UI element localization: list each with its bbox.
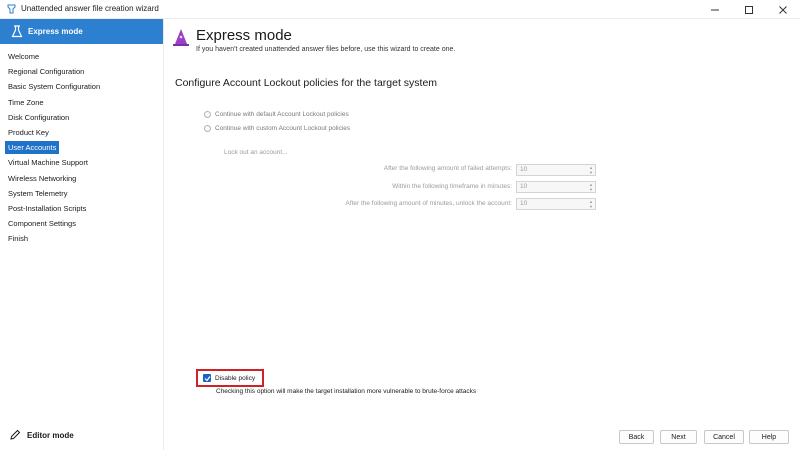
express-mode-header[interactable]: Express mode xyxy=(0,19,163,44)
page-title: Express mode xyxy=(196,27,292,44)
main-panel: Express mode If you haven't created unat… xyxy=(164,19,800,450)
radio-default-policies[interactable]: Continue with default Account Lockout po… xyxy=(204,111,349,118)
unlock-minutes-label: After the following amount of minutes, u… xyxy=(345,200,512,207)
sidebar-nav: Welcome Regional Configuration Basic Syste… xyxy=(0,49,163,246)
sidebar-item-label: Wireless Networking xyxy=(8,173,77,183)
wizard-flask-icon xyxy=(11,25,23,38)
checkbox-checked[interactable] xyxy=(203,374,211,382)
radio-button[interactable] xyxy=(204,111,211,118)
help-button[interactable]: Help xyxy=(749,430,789,444)
spin-arrows-icon[interactable]: ▲ ▼ xyxy=(589,165,593,175)
timeframe-label: Within the following timeframe in minute… xyxy=(392,183,512,190)
field-row-timeframe: Within the following timeframe in minute… xyxy=(164,183,512,190)
maximize-icon xyxy=(745,5,753,14)
spin-arrows-icon[interactable]: ▲ ▼ xyxy=(589,182,593,192)
timeframe-value: 10 xyxy=(520,183,528,190)
disable-policy-label: Disable policy xyxy=(215,374,256,382)
sidebar-item-system-telemetry[interactable]: System Telemetry xyxy=(0,186,163,201)
sidebar-item-wireless-networking[interactable]: Wireless Networking xyxy=(0,171,163,186)
timeframe-stepper[interactable]: 10 ▲ ▼ xyxy=(516,181,596,193)
editor-mode-label: Editor mode xyxy=(27,430,74,440)
field-row-failed-attempts: After the following amount of failed att… xyxy=(164,165,512,172)
radio-custom-label: Continue with custom Account Lockout pol… xyxy=(215,125,351,132)
sidebar-item-disk-configuration[interactable]: Disk Configuration xyxy=(0,110,163,125)
sidebar-item-basic-system-configuration[interactable]: Basic System Configuration xyxy=(0,79,163,94)
sidebar-item-label: Virtual Machine Support xyxy=(8,158,88,168)
maximize-button[interactable] xyxy=(732,0,766,19)
express-mode-label: Express mode xyxy=(28,27,83,36)
sidebar-item-label: System Telemetry xyxy=(8,188,68,198)
cancel-button[interactable]: Cancel xyxy=(704,430,744,444)
minimize-button[interactable] xyxy=(698,0,732,19)
radio-button[interactable] xyxy=(204,125,211,132)
sidebar-item-label: Product Key xyxy=(8,127,49,137)
title-bar: Unattended answer file creation wizard xyxy=(0,0,800,19)
close-button[interactable] xyxy=(766,0,800,19)
failed-attempts-value: 10 xyxy=(520,166,528,173)
pencil-icon xyxy=(10,429,21,440)
editor-mode-button[interactable]: Editor mode xyxy=(9,429,74,441)
close-icon xyxy=(779,5,787,14)
radio-default-label: Continue with default Account Lockout po… xyxy=(215,111,349,118)
next-button[interactable]: Next xyxy=(660,430,697,444)
back-button[interactable]: Back xyxy=(619,430,654,444)
spin-arrows-icon[interactable]: ▲ ▼ xyxy=(589,199,593,209)
sidebar-item-label: Component Settings xyxy=(8,219,76,229)
failed-attempts-label: After the following amount of failed att… xyxy=(383,165,512,172)
sidebar-item-label: Regional Configuration xyxy=(8,67,85,77)
sidebar-item-user-accounts[interactable]: User Accounts xyxy=(0,140,163,155)
sidebar-item-regional-configuration[interactable]: Regional Configuration xyxy=(0,64,163,79)
sidebar-item-finish[interactable]: Finish xyxy=(0,231,163,246)
window-title: Unattended answer file creation wizard xyxy=(21,4,159,13)
section-heading: Configure Account Lockout policies for t… xyxy=(175,77,438,89)
unlock-minutes-stepper[interactable]: 10 ▲ ▼ xyxy=(516,198,596,210)
sidebar-item-welcome[interactable]: Welcome xyxy=(0,49,163,64)
sidebar-item-component-settings[interactable]: Component Settings xyxy=(0,216,163,231)
app-icon xyxy=(7,4,16,14)
failed-attempts-stepper[interactable]: 10 ▲ ▼ xyxy=(516,164,596,176)
lockout-account-label: Lock out an account... xyxy=(224,149,288,156)
field-row-unlock: After the following amount of minutes, u… xyxy=(164,200,512,207)
sidebar-item-label: User Accounts xyxy=(5,141,60,155)
sidebar-item-time-zone[interactable]: Time Zone xyxy=(0,95,163,110)
sidebar-item-label: Welcome xyxy=(8,52,40,61)
page-subtitle: If you haven't created unattended answer… xyxy=(196,46,456,53)
sidebar-item-product-key[interactable]: Product Key xyxy=(0,125,163,140)
sidebar-item-virtual-machine-support[interactable]: Virtual Machine Support xyxy=(0,155,163,170)
unlock-minutes-value: 10 xyxy=(520,200,528,207)
sidebar-item-label: Basic System Configuration xyxy=(8,82,101,92)
sidebar-item-label: Post-Installation Scripts xyxy=(8,203,87,213)
sidebar-item-label: Finish xyxy=(8,234,29,244)
disable-policy-checkbox[interactable]: Disable policy xyxy=(196,369,264,387)
warning-text: Checking this option will make the targe… xyxy=(216,388,477,395)
sidebar-item-label: Time Zone xyxy=(8,97,44,107)
radio-custom-policies[interactable]: Continue with custom Account Lockout pol… xyxy=(204,125,350,132)
sidebar-item-label: Disk Configuration xyxy=(8,112,70,122)
wizard-hat-icon xyxy=(173,29,189,46)
minimize-icon xyxy=(711,9,719,10)
sidebar: Express mode Welcome Regional Configurati… xyxy=(0,19,164,450)
sidebar-item-post-installation-scripts[interactable]: Post-Installation Scripts xyxy=(0,201,163,216)
checkmark-icon xyxy=(204,375,210,381)
